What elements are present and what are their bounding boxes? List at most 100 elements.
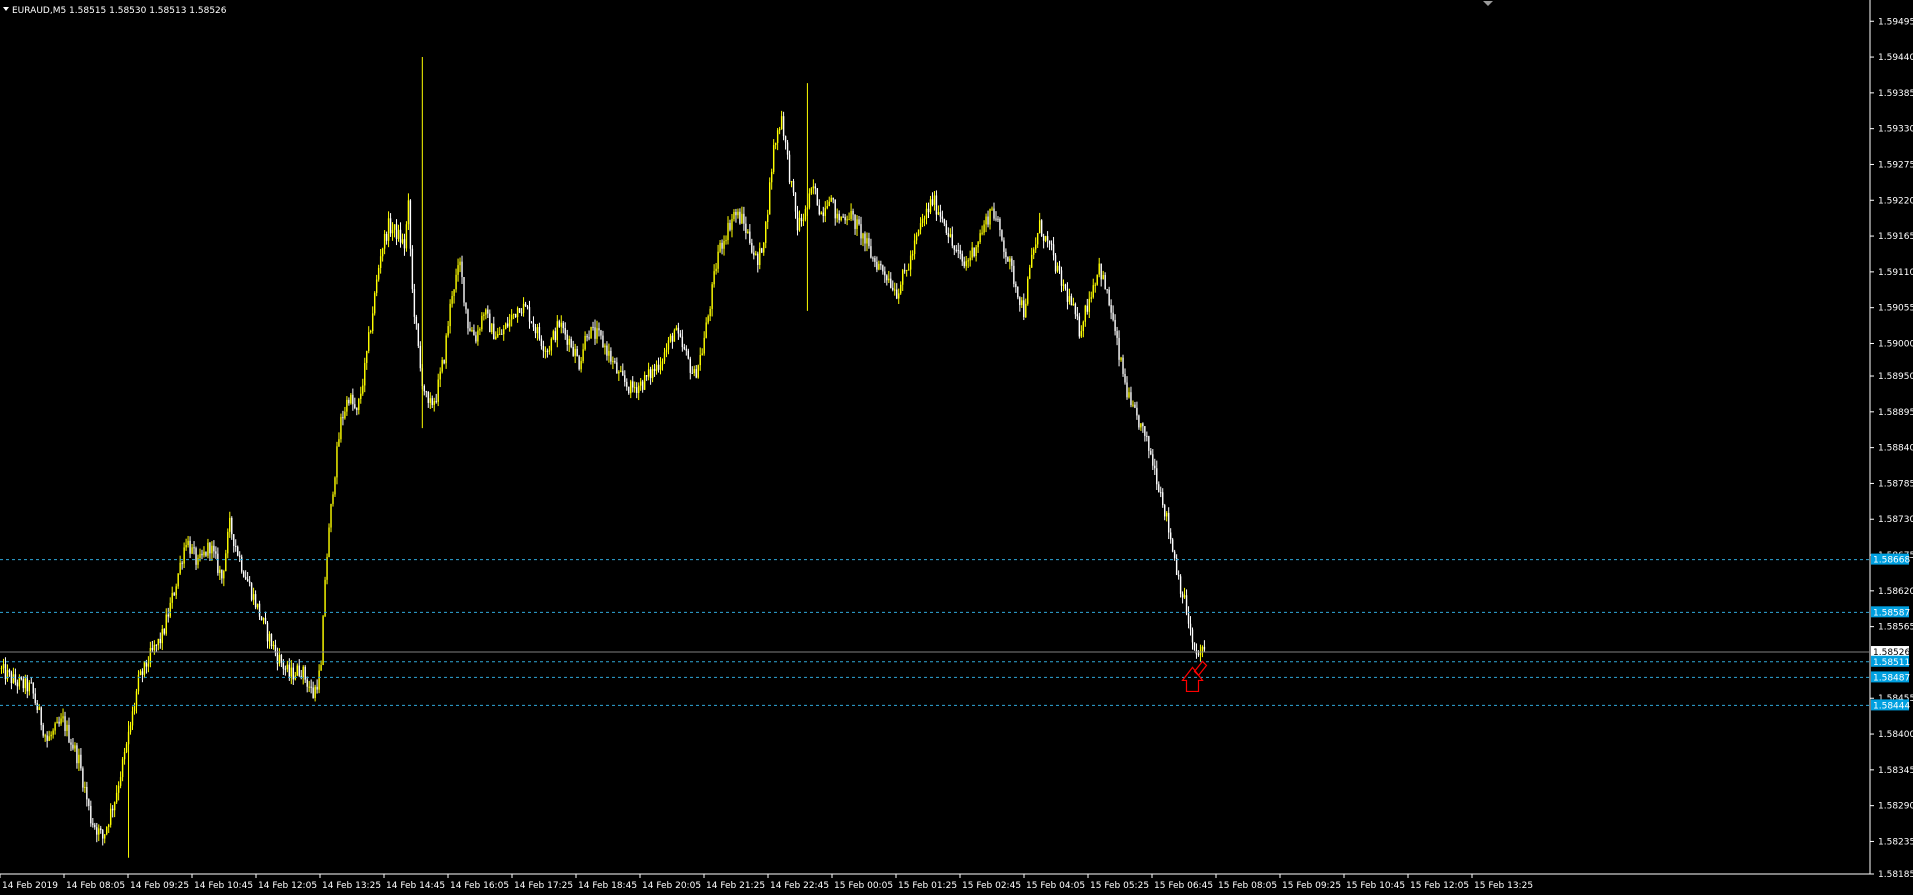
candle-body — [346, 399, 348, 412]
candle-body — [896, 289, 898, 299]
candle-body — [463, 277, 465, 303]
candle-body — [169, 602, 171, 617]
candle-body — [995, 218, 997, 220]
y-tick-label: 1.58895 — [1878, 408, 1913, 418]
candle-body — [72, 744, 74, 749]
chart-window[interactable]: EURAUD,M5 1.58515 1.58530 1.58513 1.5852… — [0, 0, 1913, 895]
candle-body — [731, 219, 733, 230]
candle-body — [96, 827, 98, 835]
x-tick-label: 14 Feb 09:25 — [130, 881, 189, 891]
candle-body — [193, 547, 195, 549]
candle-body — [661, 361, 664, 365]
level-label: 1.58511 — [1873, 658, 1910, 668]
candle-body — [1175, 558, 1178, 575]
candle-body — [743, 213, 745, 224]
candle-body — [1197, 654, 1200, 656]
candle-body — [951, 234, 954, 246]
candle-body — [844, 217, 846, 221]
candle-body — [586, 335, 588, 338]
candle-body — [1150, 450, 1152, 455]
candle-body — [175, 586, 177, 596]
candle-body — [965, 261, 967, 267]
y-tick-label: 1.58290 — [1878, 802, 1913, 812]
candle-body — [358, 398, 360, 411]
candle-body — [344, 411, 346, 419]
candle-body — [1179, 576, 1182, 594]
candle-body — [1191, 629, 1194, 643]
candle-body — [1064, 284, 1067, 289]
candle-body — [477, 330, 479, 342]
candle-body — [1036, 232, 1039, 245]
candle-body — [707, 316, 709, 323]
candle-body — [504, 323, 507, 330]
candle-body — [38, 707, 40, 710]
candle-body — [643, 375, 646, 390]
candle-body — [761, 248, 763, 253]
y-tick-label: 1.59440 — [1878, 53, 1913, 63]
candle-body — [630, 381, 632, 394]
x-tick-label: 14 Feb 12:05 — [258, 881, 317, 891]
candle-body — [876, 261, 878, 270]
candle-body — [663, 352, 666, 362]
candle-body — [1046, 236, 1049, 241]
candle-body — [729, 222, 731, 230]
candle-body — [850, 211, 852, 220]
candle-body — [814, 186, 817, 189]
candle-body — [334, 477, 336, 495]
candle-body — [495, 336, 497, 340]
candle-body — [1203, 646, 1206, 650]
candle-body — [1116, 331, 1118, 338]
candle-body — [506, 323, 509, 327]
price-chart[interactable]: EURAUD,M5 1.58515 1.58530 1.58513 1.5852… — [0, 0, 1913, 895]
candle-body — [197, 557, 199, 565]
candle-body — [997, 218, 999, 220]
candle-body — [437, 379, 439, 402]
candle-body — [1102, 275, 1104, 280]
candle-body — [1013, 265, 1015, 284]
candle-body — [219, 569, 221, 573]
candle-body — [614, 361, 616, 363]
candle-body — [1169, 532, 1172, 540]
candle-body — [119, 777, 122, 786]
candle-body — [74, 745, 76, 749]
candle-body — [786, 142, 789, 155]
candle-body — [106, 826, 108, 835]
candle-body — [352, 394, 354, 405]
candle-body — [1138, 415, 1140, 428]
candle-body — [250, 583, 253, 600]
candle-body — [534, 327, 537, 334]
candle-body — [1177, 574, 1180, 577]
candle-body — [409, 200, 412, 249]
y-tick-label: 1.58620 — [1878, 587, 1913, 597]
candle-body — [846, 219, 848, 221]
candle-body — [1050, 243, 1053, 245]
candle-body — [1029, 267, 1031, 279]
candle-body — [572, 346, 574, 356]
candle-body — [417, 323, 420, 346]
x-tick-label: 15 Feb 10:45 — [1346, 881, 1405, 891]
candle-body — [905, 269, 908, 271]
candle-body — [328, 527, 330, 558]
candle-body — [493, 323, 495, 340]
candle-body — [306, 679, 308, 687]
candle-body — [104, 834, 106, 839]
candle-body — [610, 350, 612, 362]
candle-body — [763, 242, 765, 253]
candle-body — [350, 394, 352, 404]
candle-body — [645, 375, 648, 377]
candle-body — [370, 331, 372, 333]
candle-body — [558, 321, 560, 327]
candle-body — [1098, 263, 1100, 275]
candle-body — [310, 686, 312, 688]
candle-body — [570, 338, 572, 347]
candle-body — [759, 248, 761, 265]
candle-body — [12, 674, 15, 684]
candle-body — [655, 364, 658, 372]
candle-body — [1140, 423, 1142, 428]
candle-body — [524, 303, 527, 307]
candle-body — [102, 830, 104, 839]
candle-body — [302, 666, 304, 677]
candle-body — [425, 391, 427, 393]
candle-body — [594, 327, 596, 339]
candle-body — [364, 362, 366, 386]
